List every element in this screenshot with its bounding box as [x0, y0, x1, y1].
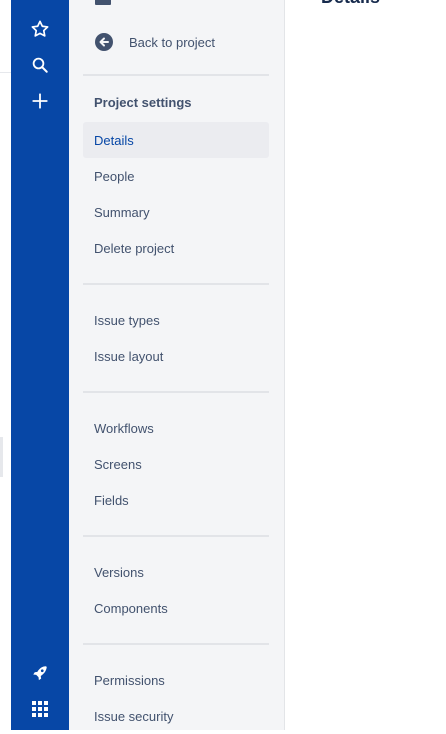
- app-switcher-button[interactable]: [25, 694, 55, 724]
- sidebar-item-issue-types[interactable]: Issue types: [83, 302, 269, 338]
- sidebar-item-fields[interactable]: Fields: [83, 482, 269, 518]
- project-settings-sidebar: Back to project Project settings Details…: [69, 0, 285, 730]
- sidebar-item-screens[interactable]: Screens: [83, 446, 269, 482]
- sidebar-item-summary[interactable]: Summary: [83, 194, 269, 230]
- search-button[interactable]: [25, 50, 55, 80]
- sidebar-item-people[interactable]: People: [83, 158, 269, 194]
- sidebar-item-workflows[interactable]: Workflows: [83, 410, 269, 446]
- main-content: Details: [285, 0, 446, 730]
- sidebar-item-issue-security[interactable]: Issue security: [83, 698, 269, 734]
- sidebar-item-label: Workflows: [94, 420, 154, 436]
- sidebar-item-label: Delete project: [94, 240, 175, 256]
- sidebar-item-label: Issue layout: [94, 348, 164, 364]
- sidebar-item-details[interactable]: Details: [83, 122, 269, 158]
- sidebar-item-label: Components: [94, 600, 168, 616]
- sidebar-item-label: Details: [94, 132, 134, 148]
- sidebar-item-label: Screens: [94, 456, 142, 472]
- sidebar-item-label: Versions: [94, 564, 144, 580]
- rocket-icon: [33, 666, 47, 681]
- sidebar-divider: [83, 535, 269, 537]
- sidebar-item-label: Fields: [94, 492, 129, 508]
- edge-divider: [0, 72, 11, 73]
- page-title: Details: [321, 0, 380, 8]
- edge-handle: [0, 437, 3, 477]
- search-icon: [32, 57, 48, 73]
- sidebar-item-label: People: [94, 168, 135, 184]
- plus-icon: [32, 93, 48, 109]
- global-navigation: [11, 0, 69, 730]
- app-grid-icon: [32, 701, 48, 717]
- sidebar-divider: [83, 391, 269, 393]
- sidebar-divider: [83, 643, 269, 645]
- sidebar-item-label: Summary: [94, 204, 150, 220]
- arrow-left-circle-icon: [95, 33, 113, 51]
- starred-button[interactable]: [25, 14, 55, 44]
- sidebar-item-label: Issue security: [94, 708, 174, 724]
- sidebar-item-permissions[interactable]: Permissions: [83, 662, 269, 698]
- sidebar-group-title: Project settings: [94, 95, 192, 110]
- sidebar-divider: [83, 283, 269, 285]
- sidebar-item-issue-layout[interactable]: Issue layout: [83, 338, 269, 374]
- whats-new-button[interactable]: [25, 658, 55, 688]
- back-to-project-label: Back to project: [129, 34, 215, 50]
- back-to-project-link[interactable]: Back to project: [83, 28, 273, 56]
- project-avatar: [95, 0, 111, 5]
- create-button[interactable]: [25, 86, 55, 116]
- star-icon: [31, 20, 49, 37]
- sidebar-item-delete-project[interactable]: Delete project: [83, 230, 269, 266]
- sidebar-item-versions[interactable]: Versions: [83, 554, 269, 590]
- sidebar-item-label: Issue types: [94, 312, 160, 328]
- sidebar-divider: [83, 74, 269, 76]
- sidebar-item-label: Permissions: [94, 672, 165, 688]
- sidebar-item-components[interactable]: Components: [83, 590, 269, 626]
